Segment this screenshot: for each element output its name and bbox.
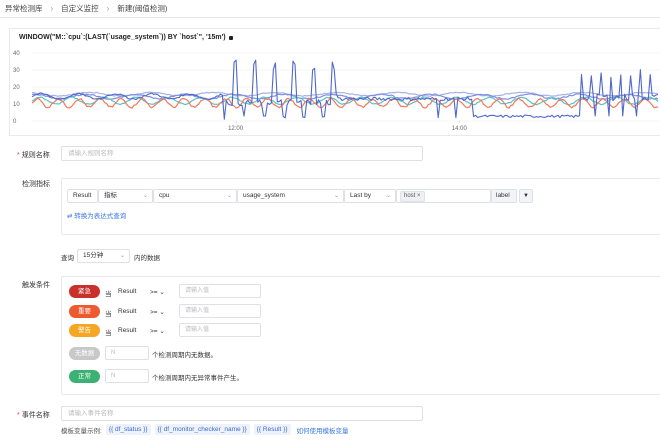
event-name-label: * 事件名称	[17, 412, 50, 419]
nodata-badge: 无数据	[69, 347, 100, 360]
chart-title-text: WINDOW("M::`cpu`:(LAST(`usage_system`)) …	[19, 34, 226, 41]
normal-badge: 正常	[69, 370, 100, 383]
normal-text: 个检测周期内无异常事件产生。	[152, 375, 243, 382]
query-builder: Result 指标 ⌄ cpu ⌄ usage_system ⌄ Last by ⌄ h…	[61, 178, 660, 235]
required-mark: *	[17, 152, 20, 159]
breadcrumb-item-custom-monitor[interactable]: 自定义监控	[61, 3, 99, 14]
range-suffix: 内的数据	[134, 255, 160, 262]
when-text: 当	[105, 311, 112, 318]
range-prefix: 查询	[61, 255, 74, 262]
chart-card: 40302010012:00 14:00 WINDOW("M::`cpu`:(LA…	[9, 28, 660, 136]
close-icon[interactable]: ×	[417, 193, 421, 199]
metric-label: 检测指标	[22, 181, 50, 188]
chevron-down-icon: ⌄	[385, 193, 391, 199]
chevron-down-icon: ⌄	[159, 328, 165, 335]
chevron-down-icon: ⌄	[159, 289, 165, 296]
chevron-down-icon: ⌄	[226, 193, 232, 199]
result-field: Result	[118, 288, 137, 295]
series-line	[31, 59, 659, 120]
x-tick-label: 14:00	[452, 126, 468, 132]
when-text: 当	[105, 330, 112, 337]
result-field: Result	[118, 308, 137, 315]
event-name-input[interactable]: 请输入事件名称	[61, 406, 423, 421]
operator-select[interactable]: >= ⌄	[150, 327, 165, 335]
measurement-select[interactable]: cpu ⌄	[153, 189, 237, 203]
chevron-down-icon: ⌄	[119, 253, 125, 259]
y-tick-label: 40	[13, 51, 20, 57]
chevron-right-icon: ›	[106, 3, 110, 13]
nodata-period-input[interactable]: N	[105, 346, 149, 360]
chevron-down-icon: ⌄	[142, 193, 148, 199]
y-tick-label: 0	[13, 119, 17, 125]
operator-select[interactable]: >= ⌄	[150, 308, 165, 316]
template-var[interactable]: {{ Result }}	[253, 424, 291, 435]
page: 异常检测库 › 自定义监控 › 新建(阈值检测) 40 30 20 10 0 12:00 1…	[0, 0, 660, 441]
chevron-down-icon: ⌄	[333, 193, 339, 199]
lock-icon	[228, 35, 233, 40]
host-tag[interactable]: host ×	[400, 191, 425, 202]
breadcrumb-item-anomaly-library[interactable]: 异常检测库	[5, 3, 43, 14]
group-by-select[interactable]: host ×	[396, 189, 491, 203]
field-select[interactable]: usage_system ⌄	[237, 189, 344, 203]
operator-select[interactable]: >= ⌄	[150, 288, 165, 296]
template-help-link[interactable]: 如何使用模板变量	[297, 425, 349, 435]
warning-threshold-input[interactable]: 请输入值	[179, 323, 261, 337]
chevron-down-icon: ⌄	[159, 309, 165, 316]
switch-expression-link[interactable]: ⇄ 转换为表达式查询	[67, 210, 126, 220]
chart-title: WINDOW("M::`cpu`:(LAST(`usage_system`)) …	[19, 34, 233, 41]
result-alias[interactable]: Result	[67, 189, 98, 203]
rule-name-input[interactable]: 请输入规则名称	[61, 146, 423, 161]
trigger-conditions: 紧急 当 Result >= ⌄ 请输入值 重要 当 Result >= ⌄ 请…	[61, 276, 660, 395]
range-select[interactable]: 15分钟 ⌄	[77, 249, 130, 263]
template-var[interactable]: {{ df_status }}	[105, 424, 151, 435]
template-variables: 模板变量示例: {{ df_status }} {{ df_monitor_ch…	[61, 424, 349, 435]
filter-icon[interactable]: ▼	[519, 189, 533, 203]
critical-badge: 紧急	[69, 285, 100, 298]
template-label: 模板变量示例:	[61, 427, 102, 435]
label-button[interactable]: label	[491, 189, 517, 203]
normal-period-input[interactable]: N	[105, 369, 149, 383]
line-chart: 40 30 20 10 0 12:00 14:00	[13, 51, 660, 132]
y-tick-label: 30	[13, 68, 20, 74]
aggregation-select[interactable]: Last by ⌄	[344, 189, 396, 203]
when-text: 当	[105, 291, 112, 298]
x-tick-label: 12:00	[228, 126, 244, 132]
rule-name-label: * 规则名称	[17, 152, 50, 159]
important-badge: 重要	[69, 305, 100, 318]
metric-type-select[interactable]: 指标 ⌄	[98, 189, 153, 203]
y-tick-label: 10	[13, 102, 20, 108]
required-mark: *	[17, 412, 20, 419]
important-threshold-input[interactable]: 请输入值	[179, 304, 261, 318]
chevron-right-icon: ›	[50, 3, 54, 13]
critical-threshold-input[interactable]: 请输入值	[179, 284, 261, 298]
y-tick-label: 20	[13, 85, 20, 91]
template-var[interactable]: {{ df_monitor_checker_name }}	[154, 424, 250, 435]
result-field: Result	[118, 327, 137, 334]
breadcrumb: 异常检测库 › 自定义监控 › 新建(阈值检测)	[5, 2, 167, 14]
breadcrumb-item-current: 新建(阈值检测)	[117, 3, 168, 13]
nodata-text: 个检测周期内无数据。	[152, 352, 217, 359]
header-divider	[0, 17, 660, 18]
warning-badge: 警告	[69, 324, 100, 337]
trigger-label: 触发条件	[22, 282, 50, 289]
